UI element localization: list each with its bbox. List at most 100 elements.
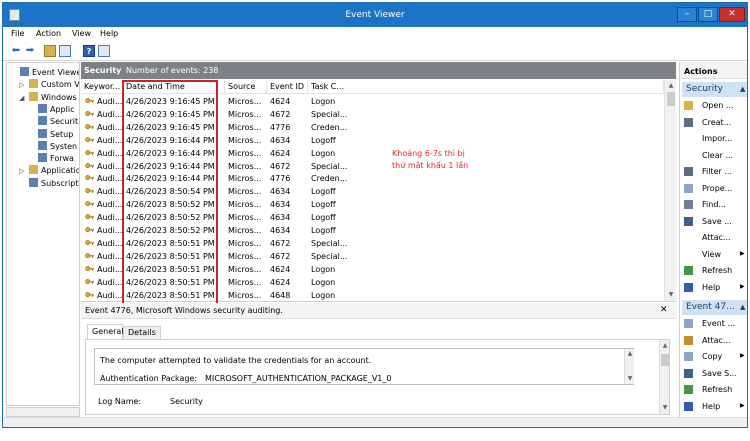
scroll-thumb[interactable] bbox=[661, 354, 669, 366]
action-item[interactable]: Help ▶ bbox=[684, 281, 747, 295]
tree-item[interactable]: Securit bbox=[38, 116, 78, 128]
scroll-down-arrow-icon[interactable]: ▼ bbox=[661, 404, 669, 412]
cell-keywords: Audi... bbox=[97, 109, 123, 119]
action-item[interactable]: Attac... bbox=[684, 231, 747, 245]
menu-file[interactable]: File bbox=[11, 29, 24, 38]
scroll-thumb[interactable] bbox=[667, 92, 675, 106]
tree-item[interactable]: Forwa bbox=[38, 153, 74, 165]
action-item[interactable]: Creat... bbox=[684, 116, 747, 130]
scroll-up-arrow-icon[interactable]: ▲ bbox=[626, 350, 634, 358]
tree-item-label: Applicatio bbox=[41, 166, 80, 176]
tree-item[interactable]: Event Viewer ( bbox=[20, 67, 79, 79]
cell-keywords: Audi... bbox=[97, 277, 123, 287]
tree-horizontal-scrollbar[interactable] bbox=[6, 407, 80, 417]
close-detail-icon[interactable]: ✕ bbox=[660, 305, 668, 315]
folder-icon bbox=[29, 79, 38, 89]
tree-item[interactable]: Subscripti bbox=[29, 177, 79, 190]
key-icon bbox=[85, 265, 94, 274]
show-action-pane-icon[interactable] bbox=[98, 45, 110, 57]
cell-task-category: Special... bbox=[311, 109, 348, 119]
tree-expander-icon[interactable]: ▷ bbox=[19, 167, 24, 175]
cell-event-id: 4672 bbox=[270, 238, 291, 248]
log-name-label: Log Name: bbox=[98, 397, 142, 406]
action-item[interactable]: Copy ▶ bbox=[684, 350, 747, 364]
event-count: Number of events: 238 bbox=[126, 66, 219, 75]
tree-item[interactable]: Windows bbox=[29, 91, 77, 104]
maximize-button[interactable]: □ bbox=[698, 7, 718, 22]
minimize-button[interactable]: – bbox=[677, 7, 697, 22]
action-item[interactable]: Filter ... bbox=[684, 165, 747, 179]
key-icon bbox=[85, 174, 94, 183]
action-item[interactable]: View ▶ bbox=[684, 248, 747, 262]
action-item-label: Creat... bbox=[702, 117, 732, 127]
action-item-label: Attac... bbox=[702, 335, 731, 345]
cell-source: Micros... bbox=[228, 200, 262, 210]
menu-view[interactable]: View bbox=[72, 29, 91, 38]
action-item[interactable]: Clear ... bbox=[684, 149, 747, 163]
action-item[interactable]: Help ▶ bbox=[684, 400, 747, 414]
forward-arrow-icon[interactable]: ➡ bbox=[24, 45, 36, 57]
grid-vertical-scrollbar[interactable]: ▲ ▼ bbox=[664, 80, 676, 301]
back-arrow-icon[interactable]: ⬅ bbox=[10, 45, 22, 57]
key-icon bbox=[85, 187, 94, 196]
tab-general[interactable]: General bbox=[87, 324, 124, 340]
action-item[interactable]: Find... bbox=[684, 198, 747, 212]
menu-bar: File Action View Help bbox=[3, 27, 747, 41]
key-icon bbox=[85, 239, 94, 248]
description-scrollbar[interactable]: ▲ ▼ bbox=[624, 349, 634, 384]
tree-expander-icon[interactable]: ◢ bbox=[19, 94, 24, 102]
action-item-label: Prope... bbox=[702, 183, 733, 193]
menu-action[interactable]: Action bbox=[36, 29, 61, 38]
submenu-arrow-icon: ▶ bbox=[740, 401, 745, 409]
tree-item[interactable]: Applic bbox=[38, 103, 74, 116]
detail-vertical-scrollbar[interactable]: ▲ ▼ bbox=[659, 340, 669, 414]
action-item[interactable]: Refresh bbox=[684, 383, 747, 397]
action-item[interactable]: Impor... bbox=[684, 132, 747, 146]
action-item-label: Attac... bbox=[702, 233, 731, 242]
tree-expander-icon[interactable]: ▷ bbox=[19, 81, 24, 89]
tree-item[interactable]: Systen bbox=[38, 140, 77, 153]
action-item[interactable]: Save ... bbox=[684, 215, 747, 229]
action-item-label: Impor... bbox=[702, 134, 733, 143]
title-bar[interactable]: Event Viewer – □ ✕ bbox=[3, 3, 747, 27]
action-item[interactable]: Open ... bbox=[684, 99, 747, 113]
cell-task-category: Creden... bbox=[311, 122, 348, 132]
action-item[interactable]: Attac... bbox=[684, 334, 747, 348]
scroll-up-arrow-icon[interactable]: ▲ bbox=[661, 342, 669, 350]
action-item-label: Save ... bbox=[702, 216, 732, 226]
tree-item[interactable]: Setup bbox=[38, 128, 73, 141]
collapse-icon[interactable]: ▲ bbox=[740, 303, 745, 311]
action-item[interactable]: Prope... bbox=[684, 182, 747, 196]
scroll-down-arrow-icon[interactable]: ▼ bbox=[626, 375, 634, 383]
collapse-icon[interactable]: ▲ bbox=[740, 85, 745, 93]
column-event-id[interactable]: Event ID bbox=[267, 80, 308, 94]
actions-section-security[interactable]: Security ▲ bbox=[682, 82, 747, 97]
help-icon[interactable]: ? bbox=[83, 45, 95, 57]
column-keywords[interactable]: Keywor... bbox=[81, 80, 123, 94]
show-hide-tree-icon[interactable] bbox=[59, 45, 71, 57]
cell-keywords: Audi... bbox=[97, 161, 123, 171]
save-icon bbox=[684, 368, 693, 378]
key-icon bbox=[85, 123, 94, 132]
scroll-up-arrow-icon[interactable]: ▲ bbox=[667, 82, 675, 90]
action-item[interactable]: Save S... bbox=[684, 367, 747, 381]
scroll-down-arrow-icon[interactable]: ▼ bbox=[667, 291, 675, 299]
actions-section-event[interactable]: Event 47... ▲ bbox=[682, 300, 747, 315]
column-source[interactable]: Source bbox=[225, 80, 267, 94]
auth-package-label: Authentication Package: bbox=[100, 374, 198, 383]
description-box[interactable]: The computer attempted to validate the c… bbox=[94, 348, 634, 385]
action-item[interactable]: Refresh bbox=[684, 264, 747, 278]
menu-help[interactable]: Help bbox=[100, 29, 118, 38]
cell-task-category: Logoff bbox=[311, 135, 336, 145]
submenu-arrow-icon: ▶ bbox=[740, 282, 745, 290]
action-item[interactable]: Event ... bbox=[684, 317, 747, 331]
tree-item[interactable]: Custom V bbox=[29, 79, 79, 91]
cell-event-id: 4672 bbox=[270, 161, 291, 171]
up-folder-icon[interactable] bbox=[44, 45, 56, 57]
close-button[interactable]: ✕ bbox=[719, 7, 745, 22]
tab-details[interactable]: Details bbox=[123, 326, 161, 340]
log-icon bbox=[38, 128, 47, 138]
column-task-category[interactable]: Task C... bbox=[308, 80, 664, 94]
tree-item[interactable]: Applicatio bbox=[29, 165, 80, 177]
cell-keywords: Audi... bbox=[97, 122, 123, 132]
